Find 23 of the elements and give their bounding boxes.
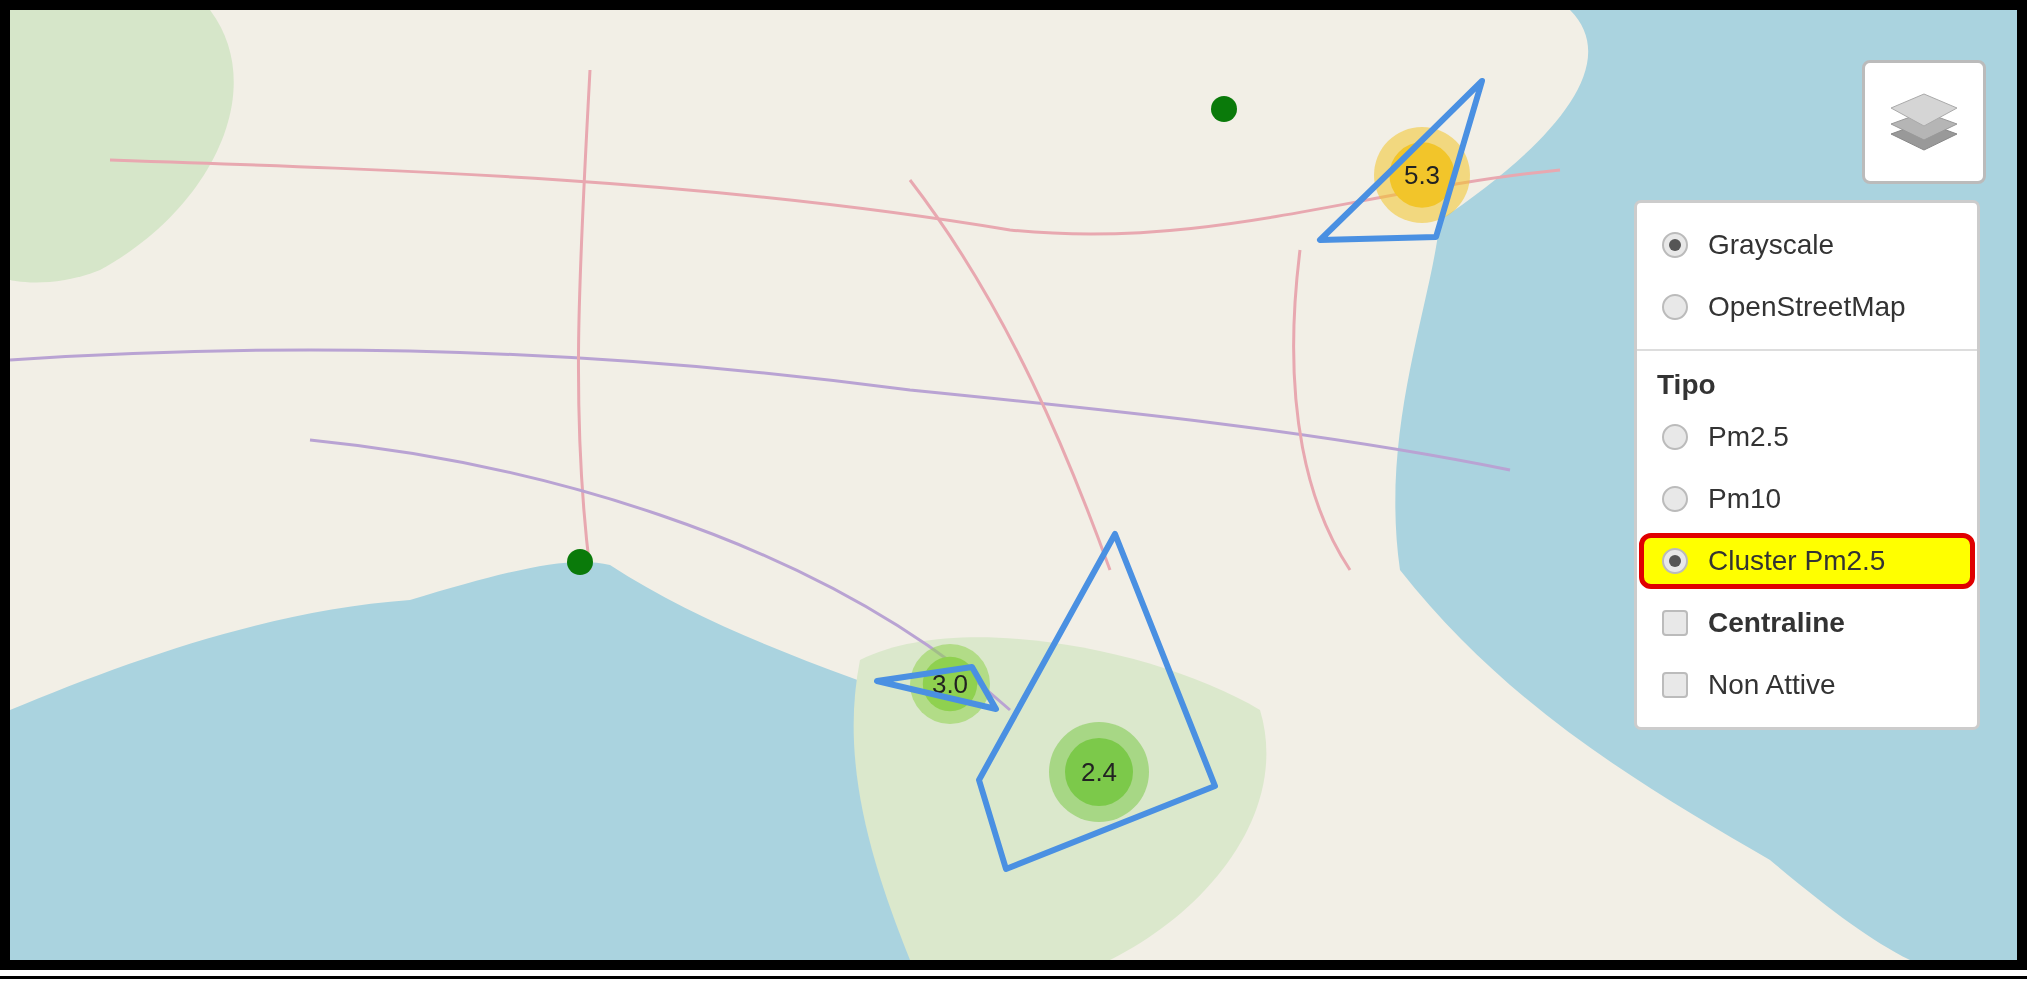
radio-button[interactable] [1662, 548, 1688, 574]
location-marker[interactable] [567, 549, 593, 575]
layer-option[interactable]: Pm2.5 [1649, 409, 1965, 465]
layer-option[interactable]: Pm10 [1649, 471, 1965, 527]
radio-button[interactable] [1662, 486, 1688, 512]
layer-option[interactable]: OpenStreetMap [1649, 279, 1965, 335]
layer-checkbox[interactable]: Centraline [1649, 595, 1965, 651]
layer-checkbox[interactable]: Non Attive [1649, 657, 1965, 713]
radio-button[interactable] [1662, 232, 1688, 258]
area-outline[interactable] [874, 664, 999, 712]
layer-option[interactable]: Cluster Pm2.5 [1639, 533, 1975, 589]
radio-button[interactable] [1662, 424, 1688, 450]
layers-button[interactable] [1862, 60, 1986, 184]
checkbox[interactable] [1662, 672, 1688, 698]
layer-option[interactable]: Grayscale [1649, 217, 1965, 273]
section-heading: Tipo [1657, 368, 1717, 402]
layers-icon [1889, 92, 1959, 152]
cluster-marker[interactable]: 5.3 [1374, 127, 1470, 223]
cluster-marker[interactable]: 3.0 [910, 644, 990, 724]
radio-button[interactable] [1662, 294, 1688, 320]
location-marker[interactable] [1211, 96, 1237, 122]
checkbox[interactable] [1662, 610, 1688, 636]
cluster-marker[interactable]: 2.4 [1049, 722, 1149, 822]
